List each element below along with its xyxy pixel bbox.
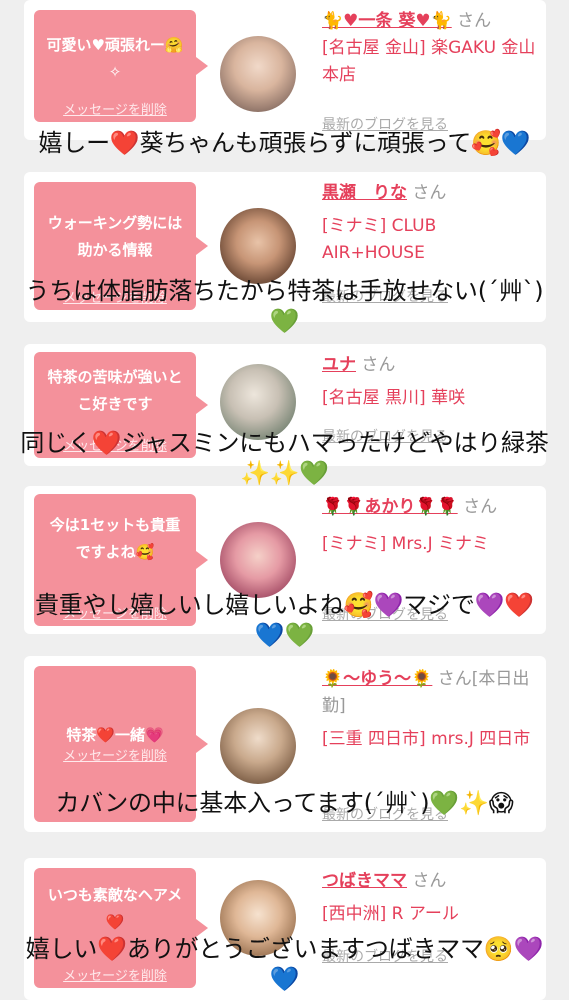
user-name-link[interactable]: ユナ: [322, 355, 356, 375]
message-text: 特茶の苦味が強いとこ好きです: [47, 368, 183, 413]
name-line: ユナ さん: [322, 352, 542, 379]
avatar[interactable]: [220, 36, 296, 112]
user-name-link[interactable]: 🌻〜ゆう〜🌻: [322, 669, 432, 689]
overlay-caption: 嬉しー❤️葵ちゃんも頑張らずに頑張って🥰💙: [38, 129, 531, 157]
overlay-caption: 同じく❤️ジャスミンにもハマったけどやはり緑茶✨✨💚: [20, 429, 549, 487]
avatar[interactable]: [220, 522, 296, 598]
user-name-link[interactable]: つばきママ: [322, 871, 407, 891]
name-line: 🌹🌹あかり🌹🌹 さん: [322, 494, 542, 521]
shop-link[interactable]: [西中洲] R アール: [322, 901, 542, 928]
message-text: いつも素敵なヘアメ❤️: [47, 886, 183, 931]
honorific: さん: [412, 871, 447, 891]
overlay-caption: 嬉しい❤️ありがとうございますつばきママ🥺💜💙: [25, 935, 544, 993]
message-text: 特茶❤️一緒💗: [66, 726, 164, 744]
user-info: 🐈♥一条 葵♥🐈 さん [名古屋 金山] 楽GAKU 金山本店: [322, 8, 542, 89]
user-info: 黒瀬 りな さん [ミナミ] CLUB AIR+HOUSE: [322, 180, 542, 267]
honorific: さん: [457, 11, 492, 31]
name-line: 🌻〜ゆう〜🌻 さん[本日出勤]: [322, 666, 542, 720]
delete-message-link[interactable]: メッセージを削除: [34, 745, 196, 764]
shop-link[interactable]: [ミナミ] CLUB AIR+HOUSE: [322, 213, 542, 267]
screen: { "cards": [ { "message": "可愛い♥頑張れー🤗✧", …: [0, 0, 569, 1000]
overlay-caption: うちは体脂肪落ちたから特茶は手放せない(´艸`)💚: [25, 277, 544, 335]
user-name-link[interactable]: 黒瀬 りな: [322, 183, 407, 203]
comment-card: 可愛い♥頑張れー🤗✧ メッセージを削除 🐈♥一条 葵♥🐈 さん [名古屋 金山]…: [24, 0, 546, 140]
user-info: ユナ さん [名古屋 黒川] 華咲: [322, 352, 542, 412]
overlay-caption: カバンの中に基本入ってます(´艸`)💚✨😱: [55, 789, 514, 817]
name-line: 黒瀬 りな さん: [322, 180, 542, 207]
honorific: さん: [361, 355, 396, 375]
name-line: つばきママ さん: [322, 868, 542, 895]
user-name-link[interactable]: 🌹🌹あかり🌹🌹: [322, 497, 458, 517]
avatar[interactable]: [220, 708, 296, 784]
message-text: 可愛い♥頑張れー🤗✧: [46, 36, 184, 81]
shop-link[interactable]: [三重 四日市] mrs.J 四日市: [322, 726, 542, 753]
name-line: 🐈♥一条 葵♥🐈 さん: [322, 8, 542, 35]
avatar[interactable]: [220, 208, 296, 284]
user-info: 🌻〜ゆう〜🌻 さん[本日出勤] [三重 四日市] mrs.J 四日市: [322, 666, 542, 753]
user-info: つばきママ さん [西中洲] R アール: [322, 868, 542, 928]
user-info: 🌹🌹あかり🌹🌹 さん [ミナミ] Mrs.J ミナミ: [322, 494, 542, 558]
honorific: さん: [412, 183, 447, 203]
overlay-caption: 貴重やし嬉しいし嬉しいよね🥰💜マジで💜❤️💙💚: [34, 591, 535, 649]
delete-message-link[interactable]: メッセージを削除: [34, 99, 196, 118]
user-name-link[interactable]: 🐈♥一条 葵♥🐈: [322, 11, 452, 31]
shop-link[interactable]: [ミナミ] Mrs.J ミナミ: [322, 531, 542, 558]
message-text: 今は1セットも貴重ですよね🥰: [49, 516, 181, 561]
message-bubble: 可愛い♥頑張れー🤗✧ メッセージを削除: [34, 10, 208, 122]
shop-link[interactable]: [名古屋 黒川] 華咲: [322, 385, 542, 412]
message-text: ウォーキング勢には助かる情報: [47, 214, 183, 259]
honorific: さん: [463, 497, 498, 517]
shop-link[interactable]: [名古屋 金山] 楽GAKU 金山本店: [322, 35, 542, 89]
